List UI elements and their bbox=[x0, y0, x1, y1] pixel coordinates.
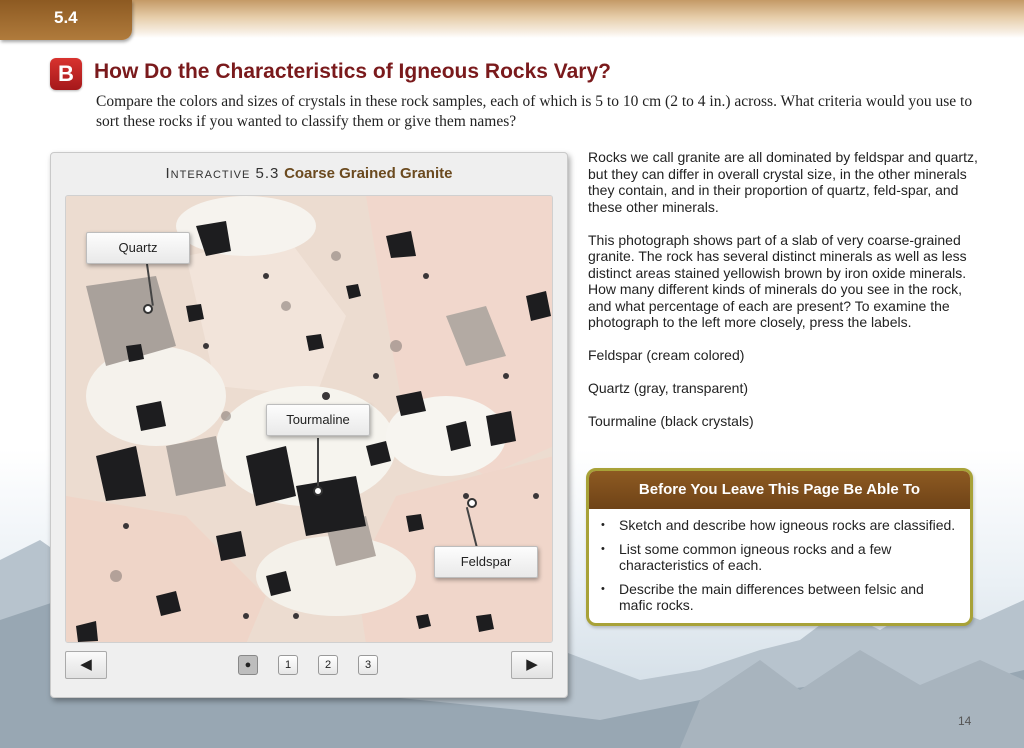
quartz-label-button[interactable]: Quartz bbox=[86, 232, 190, 264]
objectives-list: Sketch and describe how igneous rocks ar… bbox=[589, 509, 970, 614]
interactive-title: Interactive 5.3 Coarse Grained Granite bbox=[51, 165, 567, 182]
page-title: How Do the Characteristics of Igneous Ro… bbox=[94, 60, 611, 83]
mineral-quartz-line: Quartz (gray, transparent) bbox=[588, 380, 749, 396]
page-indicator-2[interactable]: 2 bbox=[318, 655, 338, 675]
objectives-title: Before You Leave This Page Be Able To bbox=[589, 471, 970, 509]
granite-photo: Quartz Tourmaline Feldspar bbox=[65, 195, 553, 643]
body-paragraph-1: Rocks we call granite are all dominated … bbox=[588, 149, 978, 215]
mineral-tourmaline-line: Tourmaline (black crystals) bbox=[588, 413, 754, 429]
mineral-feldspar-line: Feldspar (cream colored) bbox=[588, 347, 745, 363]
feldspar-label-button[interactable]: Feldspar bbox=[434, 546, 538, 578]
objective-item: List some common igneous rocks and a few… bbox=[601, 541, 956, 574]
intro-paragraph: Compare the colors and sizes of crystals… bbox=[96, 93, 973, 130]
learning-objectives-box: Before You Leave This Page Be Able To Sk… bbox=[586, 468, 973, 626]
body-paragraph-2: This photograph shows part of a slab of … bbox=[588, 231, 967, 331]
tourmaline-label-button[interactable]: Tourmaline bbox=[266, 404, 370, 436]
next-button[interactable]: ▶ bbox=[511, 651, 553, 679]
page-indicator-overview[interactable]: ● bbox=[238, 655, 258, 675]
previous-button[interactable]: ◀ bbox=[65, 651, 107, 679]
interactive-panel: Interactive 5.3 Coarse Grained Granite Q… bbox=[50, 152, 568, 698]
page-indicator-3[interactable]: 3 bbox=[358, 655, 378, 675]
tourmaline-leader-line bbox=[317, 438, 319, 488]
interactive-number: Interactive 5.3 bbox=[165, 165, 280, 182]
page-indicator-1[interactable]: 1 bbox=[278, 655, 298, 675]
top-banner bbox=[0, 0, 1024, 38]
objective-item: Sketch and describe how igneous rocks ar… bbox=[601, 517, 956, 534]
objective-item: Describe the main differences between fe… bbox=[601, 581, 956, 614]
quartz-marker[interactable] bbox=[143, 304, 153, 314]
body-text: Rocks we call granite are all dominated … bbox=[588, 149, 984, 446]
section-letter-badge: B bbox=[50, 58, 82, 90]
feldspar-marker[interactable] bbox=[467, 498, 477, 508]
interactive-name: Coarse Grained Granite bbox=[284, 165, 453, 182]
page-number: 14 bbox=[958, 714, 972, 728]
tourmaline-marker[interactable] bbox=[313, 486, 323, 496]
section-number-tab: 5.4 bbox=[0, 0, 132, 40]
